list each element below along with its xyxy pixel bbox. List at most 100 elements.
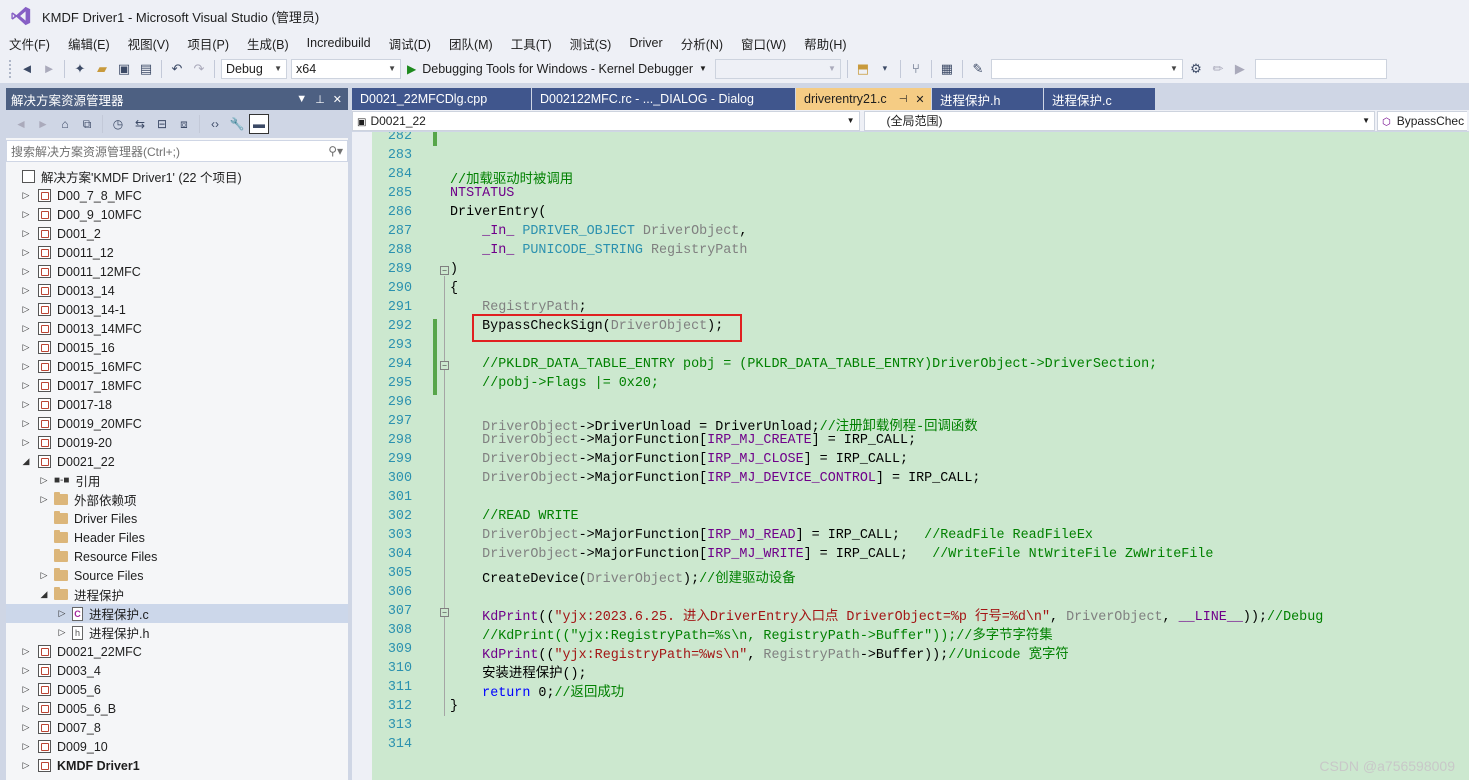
- code-line[interactable]: }: [450, 699, 458, 714]
- tree-item[interactable]: Driver Files: [6, 509, 348, 528]
- pin-icon[interactable]: ⊥: [315, 93, 325, 106]
- expand-arrow-icon[interactable]: ▷: [20, 418, 32, 429]
- expand-arrow-icon[interactable]: ▷: [20, 285, 32, 296]
- expand-arrow-icon[interactable]: ▷: [20, 437, 32, 448]
- expand-arrow-icon[interactable]: ▷: [20, 190, 32, 201]
- member-select[interactable]: ⬡ BypassChec: [1377, 110, 1467, 131]
- tree-item[interactable]: ▷ h 进程保护.h: [6, 623, 348, 642]
- document-tab[interactable]: D002122MFC.rc - ..._DIALOG - Dialog: [532, 88, 796, 110]
- tree-item[interactable]: ▷ D009_10: [6, 737, 348, 756]
- menu-item[interactable]: 调试(D): [380, 34, 440, 53]
- back-icon[interactable]: ◄: [11, 114, 31, 134]
- attach-icon[interactable]: ⚙: [1186, 59, 1206, 79]
- close-icon[interactable]: ✕: [333, 93, 342, 106]
- expand-arrow-icon[interactable]: ▷: [20, 703, 32, 714]
- tree-item[interactable]: ▷ ■-■ 引用: [6, 471, 348, 490]
- tree-item[interactable]: Resource Files: [6, 547, 348, 566]
- document-tab[interactable]: 进程保护.c: [1044, 88, 1156, 110]
- tree-item[interactable]: ▷ D0015_16MFC: [6, 357, 348, 376]
- expand-arrow-icon[interactable]: ▷: [38, 570, 50, 581]
- tree-item[interactable]: ▷ D00_9_10MFC: [6, 205, 348, 224]
- tree-item[interactable]: ▷ D0017_18MFC: [6, 376, 348, 395]
- tree-item[interactable]: ▷ D0011_12MFC: [6, 262, 348, 281]
- code-line[interactable]: 安装进程保护();: [450, 661, 586, 682]
- code-line[interactable]: KdPrint(("yjx:RegistryPath=%ws\n", Regis…: [450, 642, 1069, 663]
- solution-root[interactable]: 解决方案'KMDF Driver1' (22 个项目): [6, 167, 348, 186]
- new-project-icon[interactable]: ✦: [70, 59, 90, 79]
- collapse-arrow-icon[interactable]: ◢: [38, 589, 50, 600]
- project-select[interactable]: ▣ D0021_22 ▼: [352, 110, 860, 131]
- code-line[interactable]: return 0;//返回成功: [450, 680, 624, 701]
- code-line[interactable]: //KdPrint(("yjx:RegistryPath=%s\n, Regis…: [450, 623, 1053, 644]
- sync-icon[interactable]: ⇆: [130, 114, 150, 134]
- expand-arrow-icon[interactable]: ▷: [38, 494, 50, 505]
- build-icon[interactable]: ✎: [968, 59, 988, 79]
- code-line[interactable]: {: [450, 281, 458, 296]
- code-line[interactable]: CreateDevice(DriverObject);//创建驱动设备: [450, 566, 795, 587]
- tree-item[interactable]: ▷ D00_7_8_MFC: [6, 186, 348, 205]
- expand-arrow-icon[interactable]: ▷: [20, 722, 32, 733]
- document-tab[interactable]: driverentry21.c ⊣ ✕: [796, 88, 932, 110]
- pencil-icon[interactable]: ✏: [1208, 59, 1228, 79]
- code-line[interactable]: DriverObject->MajorFunction[IRP_MJ_DEVIC…: [450, 471, 980, 486]
- menu-item[interactable]: 编辑(E): [59, 34, 119, 53]
- menu-item[interactable]: Incredibuild: [298, 36, 380, 50]
- document-tab[interactable]: D0021_22MFCDlg.cpp: [352, 88, 532, 110]
- menu-item[interactable]: 视图(V): [119, 34, 179, 53]
- menu-item[interactable]: 文件(F): [0, 34, 59, 53]
- toolbar-overflow-icon[interactable]: ▾: [875, 59, 895, 79]
- expand-arrow-icon[interactable]: ▷: [20, 361, 32, 372]
- code-line[interactable]: NTSTATUS: [450, 186, 514, 201]
- tree-item[interactable]: ▷ 外部依赖项: [6, 490, 348, 509]
- expand-arrow-icon[interactable]: ▷: [56, 627, 68, 638]
- solution-explorer-search-input[interactable]: 搜索解决方案资源管理器(Ctrl+;) ⚲▾: [6, 140, 348, 162]
- code-line[interactable]: _In_ PDRIVER_OBJECT DriverObject,: [450, 224, 747, 239]
- expand-arrow-icon[interactable]: ▷: [20, 228, 32, 239]
- menu-item[interactable]: 项目(P): [178, 34, 238, 53]
- tree-item[interactable]: ▷ D0013_14: [6, 281, 348, 300]
- tree-item[interactable]: ▷ D0015_16: [6, 338, 348, 357]
- code-line[interactable]: _In_ PUNICODE_STRING RegistryPath: [450, 243, 747, 258]
- code-line[interactable]: //READ WRITE: [450, 509, 578, 524]
- platform-select[interactable]: x64 ▼: [291, 58, 401, 79]
- play-disabled-icon[interactable]: ▶: [1230, 59, 1250, 79]
- code-line[interactable]: //PKLDR_DATA_TABLE_ENTRY pobj = (PKLDR_D…: [450, 357, 1157, 372]
- window-position-icon[interactable]: ▼: [296, 93, 307, 106]
- collapse-region-icon[interactable]: −: [440, 266, 449, 275]
- menu-item[interactable]: 测试(S): [561, 34, 621, 53]
- code-line[interactable]: //pobj->Flags |= 0x20;: [450, 376, 659, 391]
- collapse-all-icon[interactable]: ⊟: [152, 114, 172, 134]
- code-line[interactable]: KdPrint(("yjx:2023.6.25. 进入DriverEntry入口…: [450, 604, 1323, 625]
- collapse-arrow-icon[interactable]: ◢: [20, 456, 32, 467]
- expand-arrow-icon[interactable]: ▷: [20, 646, 32, 657]
- tree-item[interactable]: ▷ C 进程保护.c: [6, 604, 348, 623]
- tree-item[interactable]: ▷ D001_2: [6, 224, 348, 243]
- tree-item[interactable]: ▷ D0017-18: [6, 395, 348, 414]
- preview-icon[interactable]: ▬: [249, 114, 269, 134]
- expand-arrow-icon[interactable]: ▷: [20, 266, 32, 277]
- code-line[interactable]: DriverObject->MajorFunction[IRP_MJ_READ]…: [450, 528, 1093, 543]
- menu-item[interactable]: 工具(T): [502, 34, 561, 53]
- close-tab-icon[interactable]: ✕: [915, 93, 924, 106]
- tree-item[interactable]: ▷ D0013_14-1: [6, 300, 348, 319]
- code-line[interactable]: DriverObject->MajorFunction[IRP_MJ_CREAT…: [450, 433, 916, 448]
- code-line[interactable]: RegistryPath;: [450, 300, 586, 315]
- start-debugging-button[interactable]: ▶ Debugging Tools for Windows - Kernel D…: [403, 59, 711, 79]
- tree-item[interactable]: ▷ D007_8: [6, 718, 348, 737]
- back-icon[interactable]: ◄: [17, 59, 37, 79]
- comment-icon[interactable]: ▦: [937, 59, 957, 79]
- expand-arrow-icon[interactable]: ▷: [20, 760, 32, 771]
- code-line[interactable]: DriverObject->DriverUnload = DriverUnloa…: [450, 414, 978, 435]
- menu-item[interactable]: 生成(B): [238, 34, 298, 53]
- code-line[interactable]: ): [450, 262, 458, 277]
- tree-item[interactable]: ▷ D003_4: [6, 661, 348, 680]
- code-line[interactable]: DriverObject->MajorFunction[IRP_MJ_WRITE…: [450, 547, 1213, 562]
- code-line[interactable]: DriverEntry(: [450, 205, 546, 220]
- view-code-icon[interactable]: ‹›: [205, 114, 225, 134]
- tree-item[interactable]: ▷ D0011_12: [6, 243, 348, 262]
- search-combo[interactable]: ▼: [990, 58, 1183, 79]
- tree-item[interactable]: ▷ Source Files: [6, 566, 348, 585]
- menu-item[interactable]: Driver: [620, 36, 671, 50]
- tree-item[interactable]: ▷ D0019_20MFC: [6, 414, 348, 433]
- menu-item[interactable]: 分析(N): [672, 34, 732, 53]
